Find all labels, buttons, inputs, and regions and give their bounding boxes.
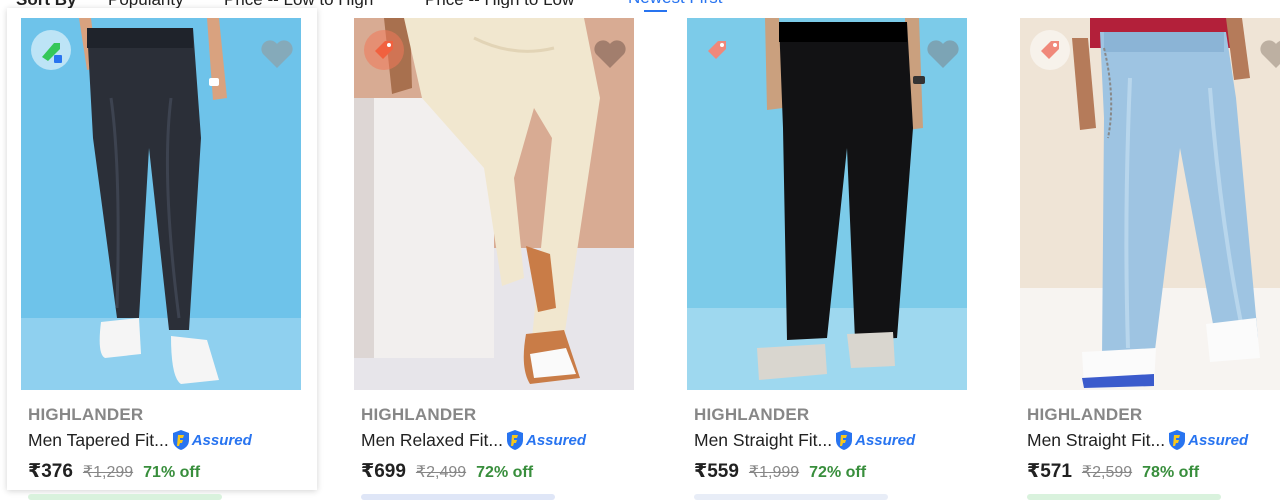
wishlist-heart-icon[interactable] <box>592 36 628 72</box>
product-discount: 72% off <box>809 464 867 481</box>
price-tag-icon <box>1030 30 1070 70</box>
wishlist-heart-icon[interactable] <box>925 36 961 72</box>
product-brand: HIGHLANDER <box>361 405 477 424</box>
offer-strip <box>1027 494 1221 500</box>
product-price: ₹559 <box>694 461 739 482</box>
price-tag-icon <box>364 30 404 70</box>
product-card[interactable]: HIGHLANDER Men Relaxed Fit... Assured ₹6… <box>334 8 644 500</box>
price-row: ₹376 ₹1,299 71% off <box>28 460 200 483</box>
product-title: Men Straight Fit... <box>1027 429 1166 450</box>
product-card[interactable]: HIGHLANDER Men Straight Fit... Assured ₹… <box>1000 8 1280 500</box>
product-image[interactable] <box>354 18 634 390</box>
product-title-row[interactable]: Men Relaxed Fit... Assured <box>361 429 586 451</box>
product-price: ₹699 <box>361 461 406 482</box>
assured-shield-icon <box>1169 430 1186 450</box>
assured-badge: Assured <box>171 429 252 451</box>
product-card[interactable]: HIGHLANDER Men Straight Fit... Assured ₹… <box>667 8 977 500</box>
assured-shield-icon <box>836 430 853 450</box>
product-discount: 72% off <box>476 464 534 481</box>
assured-badge: Assured <box>834 429 915 451</box>
offer-strip <box>694 494 888 500</box>
assured-badge: Assured <box>505 429 586 451</box>
product-card[interactable]: HIGHLANDER Men Tapered Fit... Assured ₹3… <box>7 8 317 500</box>
product-mrp: ₹1,299 <box>82 464 134 481</box>
price-row: ₹571 ₹2,599 78% off <box>1027 460 1199 483</box>
product-title-row[interactable]: Men Straight Fit... Assured <box>694 429 915 451</box>
product-brand: HIGHLANDER <box>1027 405 1143 424</box>
wishlist-heart-icon[interactable] <box>259 36 295 72</box>
offer-strip <box>28 494 222 500</box>
product-image[interactable] <box>21 18 301 390</box>
product-mrp: ₹2,599 <box>1081 464 1133 481</box>
product-price: ₹571 <box>1027 461 1072 482</box>
assured-badge: Assured <box>1167 429 1248 451</box>
price-tag-icon <box>697 30 737 70</box>
offer-strip <box>361 494 555 500</box>
price-row: ₹699 ₹2,499 72% off <box>361 460 533 483</box>
product-title: Men Straight Fit... <box>694 429 833 450</box>
product-grid: HIGHLANDER Men Tapered Fit... Assured ₹3… <box>0 0 1280 500</box>
product-title: Men Tapered Fit... <box>28 429 169 450</box>
product-discount: 71% off <box>143 464 201 481</box>
assured-shield-icon <box>507 430 523 450</box>
product-mrp: ₹1,999 <box>748 464 800 481</box>
product-brand: HIGHLANDER <box>694 405 810 424</box>
product-discount: 78% off <box>1142 464 1200 481</box>
product-title-row[interactable]: Men Tapered Fit... Assured <box>28 429 252 451</box>
wishlist-heart-icon[interactable] <box>1258 36 1280 72</box>
product-title: Men Relaxed Fit... <box>361 429 503 450</box>
product-image[interactable] <box>1020 18 1280 390</box>
eco-tag-icon <box>31 30 71 70</box>
product-mrp: ₹2,499 <box>415 464 467 481</box>
assured-shield-icon <box>172 430 189 450</box>
product-brand: HIGHLANDER <box>28 405 144 424</box>
product-title-row[interactable]: Men Straight Fit... Assured <box>1027 429 1248 451</box>
product-price: ₹376 <box>28 461 73 482</box>
product-image[interactable] <box>687 18 967 390</box>
price-row: ₹559 ₹1,999 72% off <box>694 460 866 483</box>
